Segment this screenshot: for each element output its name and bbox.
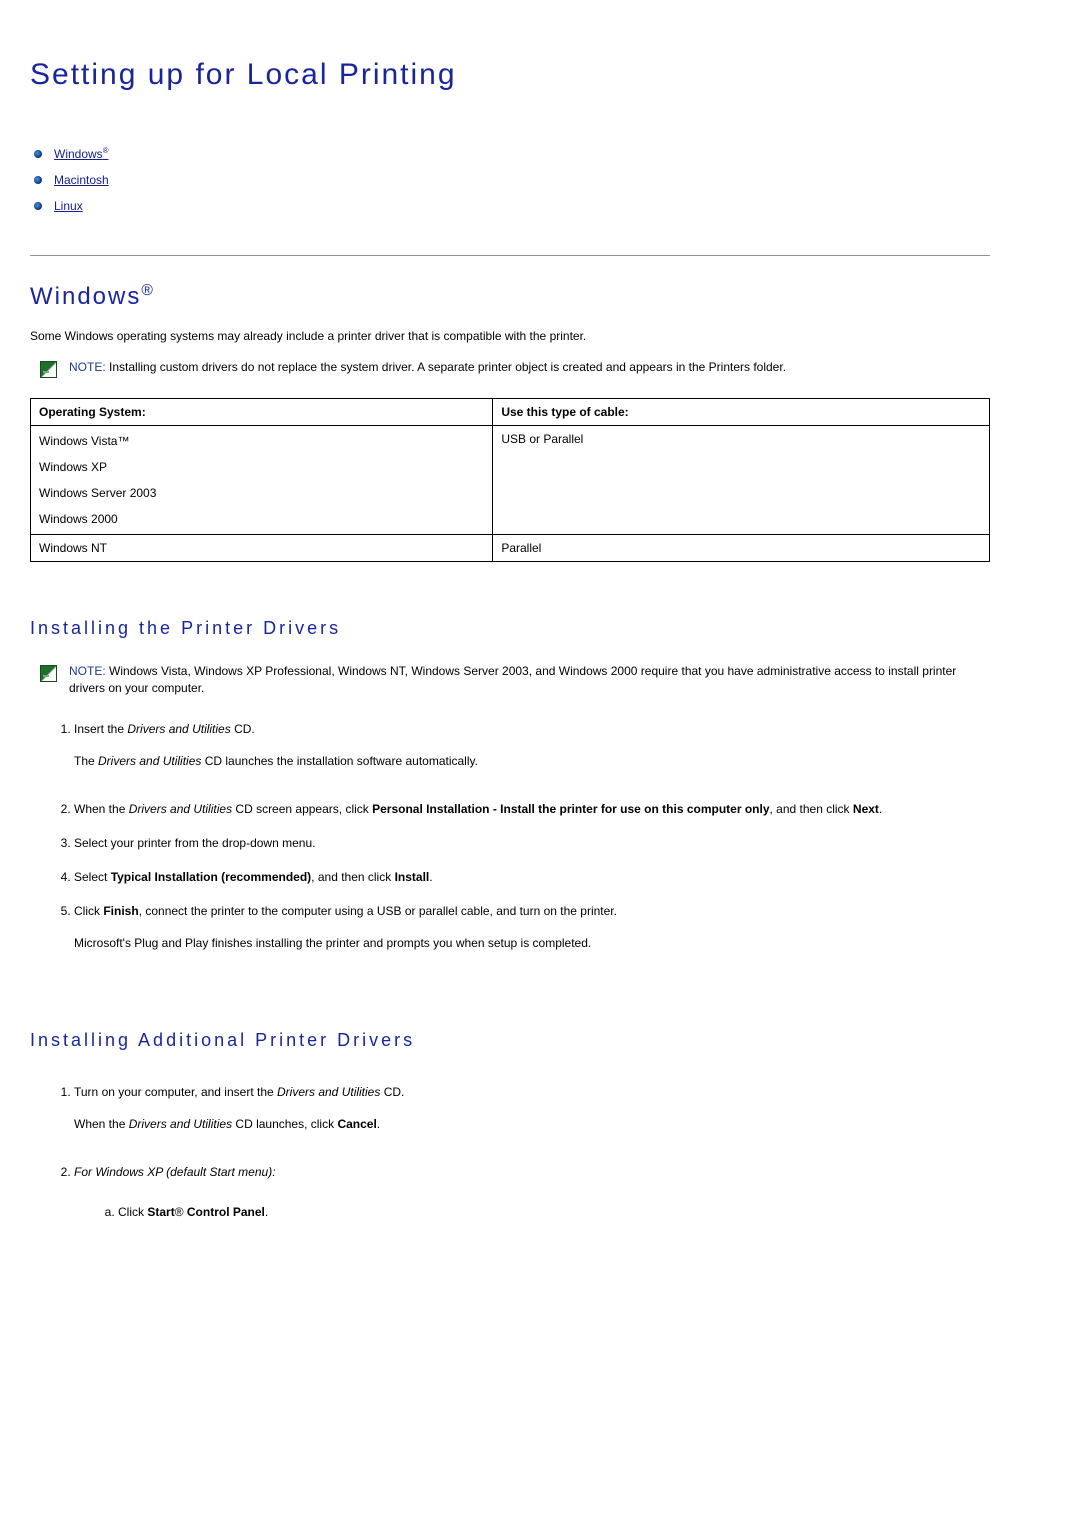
- header-os: Operating System:: [31, 399, 493, 426]
- cell-cable-usb: USB or Parallel: [493, 426, 990, 535]
- step-5-detail: Microsoft's Plug and Play finishes insta…: [74, 934, 990, 952]
- step-1: Insert the Drivers and Utilities CD. The…: [74, 712, 990, 792]
- note-body: NOTE: Windows Vista, Windows XP Professi…: [69, 663, 990, 698]
- note-block: NOTE: Windows Vista, Windows XP Professi…: [30, 663, 990, 698]
- step-4: Select Typical Installation (recommended…: [74, 860, 990, 894]
- table-row: Windows Vista™ Windows XP Windows Server…: [31, 426, 990, 535]
- header-cable: Use this type of cable:: [493, 399, 990, 426]
- step-2: When the Drivers and Utilities CD screen…: [74, 792, 990, 826]
- link-windows[interactable]: Windows®: [54, 146, 108, 161]
- link-linux[interactable]: Linux: [54, 199, 83, 213]
- link-macintosh[interactable]: Macintosh: [54, 173, 109, 187]
- cell-os-nt: Windows NT: [31, 535, 493, 562]
- os-cable-table: Operating System: Use this type of cable…: [30, 398, 990, 562]
- cell-cable-parallel: Parallel: [493, 535, 990, 562]
- os-nav-list: Windows® Macintosh Linux: [30, 140, 990, 219]
- bullet-icon: [34, 150, 42, 158]
- table-row: Windows NT Parallel: [31, 535, 990, 562]
- page-title: Setting up for Local Printing: [30, 58, 990, 92]
- note-icon: [40, 665, 57, 682]
- step-1-detail: The Drivers and Utilities CD launches th…: [74, 752, 990, 770]
- note-icon: [40, 361, 57, 378]
- note-block: NOTE: Installing custom drivers do not r…: [30, 359, 990, 378]
- install-steps: Insert the Drivers and Utilities CD. The…: [30, 712, 990, 974]
- windows-intro: Some Windows operating systems may alrea…: [30, 327, 990, 345]
- note-label: NOTE:: [69, 360, 106, 374]
- table-header-row: Operating System: Use this type of cable…: [31, 399, 990, 426]
- cell-os-group: Windows Vista™ Windows XP Windows Server…: [31, 426, 493, 535]
- add-step-1: Turn on your computer, and insert the Dr…: [74, 1075, 990, 1155]
- additional-steps: Turn on your computer, and insert the Dr…: [30, 1075, 990, 1245]
- nav-item-windows: Windows®: [30, 140, 990, 167]
- add-step-2a: Click Start® Control Panel.: [118, 1195, 990, 1229]
- nav-item-linux: Linux: [30, 193, 990, 219]
- bullet-icon: [34, 202, 42, 210]
- add-step-2: For Windows XP (default Start menu): Cli…: [74, 1155, 990, 1245]
- nav-item-macintosh: Macintosh: [30, 167, 990, 193]
- note-label: NOTE:: [69, 664, 106, 678]
- add-step-1-detail: When the Drivers and Utilities CD launch…: [74, 1115, 990, 1133]
- divider: [30, 255, 990, 256]
- bullet-icon: [34, 176, 42, 184]
- section-heading-windows: Windows®: [30, 282, 990, 311]
- note-body: NOTE: Installing custom drivers do not r…: [69, 359, 990, 376]
- section-heading-install-drivers: Installing the Printer Drivers: [30, 618, 990, 639]
- step-5: Click Finish, connect the printer to the…: [74, 894, 990, 974]
- step-3: Select your printer from the drop-down m…: [74, 826, 990, 860]
- section-heading-install-additional: Installing Additional Printer Drivers: [30, 1030, 990, 1051]
- add-step-2-sub: Click Start® Control Panel.: [74, 1195, 990, 1229]
